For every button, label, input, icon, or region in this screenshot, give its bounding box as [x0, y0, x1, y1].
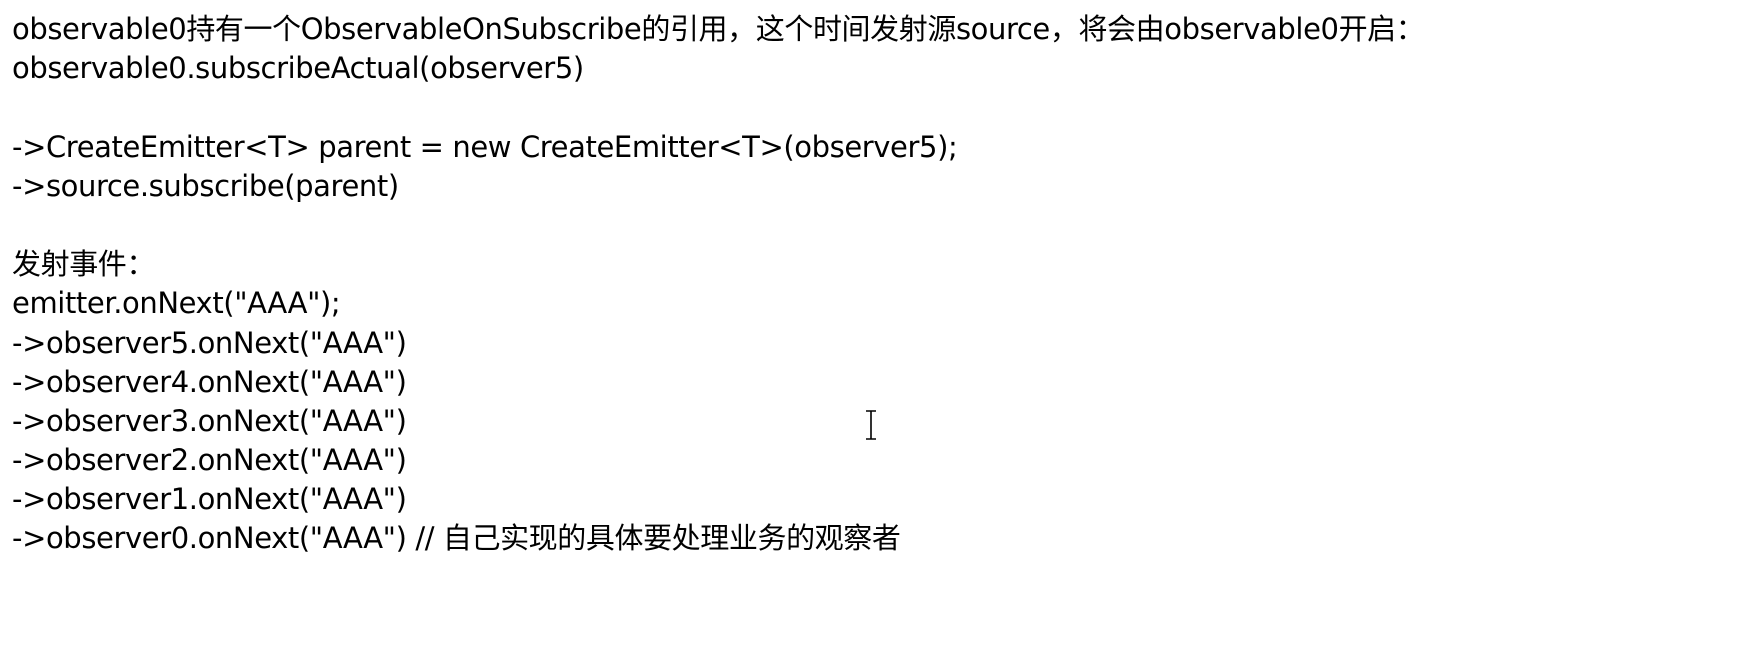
text-line: ->observer2.onNext("AAA") — [12, 443, 407, 478]
text-line: ->source.subscribe(parent) — [12, 168, 399, 203]
text-line: ->CreateEmitter<T> parent = new CreateEm… — [12, 129, 958, 164]
section-heading: 发射事件： — [12, 247, 156, 282]
text-line: ->observer4.onNext("AAA") — [12, 364, 407, 399]
text-line: observable0.subscribeActual(observer5) — [12, 51, 584, 86]
text-line: emitter.onNext("AAA"); — [12, 286, 341, 321]
text-line: observable0持有一个ObservableOnSubscribe的引用，… — [12, 12, 1425, 46]
text-line: ->observer5.onNext("AAA") — [12, 325, 407, 360]
text-line: ->observer0.onNext("AAA") // 自己实现的具体要处理业… — [12, 521, 901, 556]
document-body[interactable]: observable0持有一个ObservableOnSubscribe的引用，… — [12, 10, 1732, 559]
text-cursor-icon — [864, 410, 878, 440]
text-line: ->observer1.onNext("AAA") — [12, 482, 407, 517]
